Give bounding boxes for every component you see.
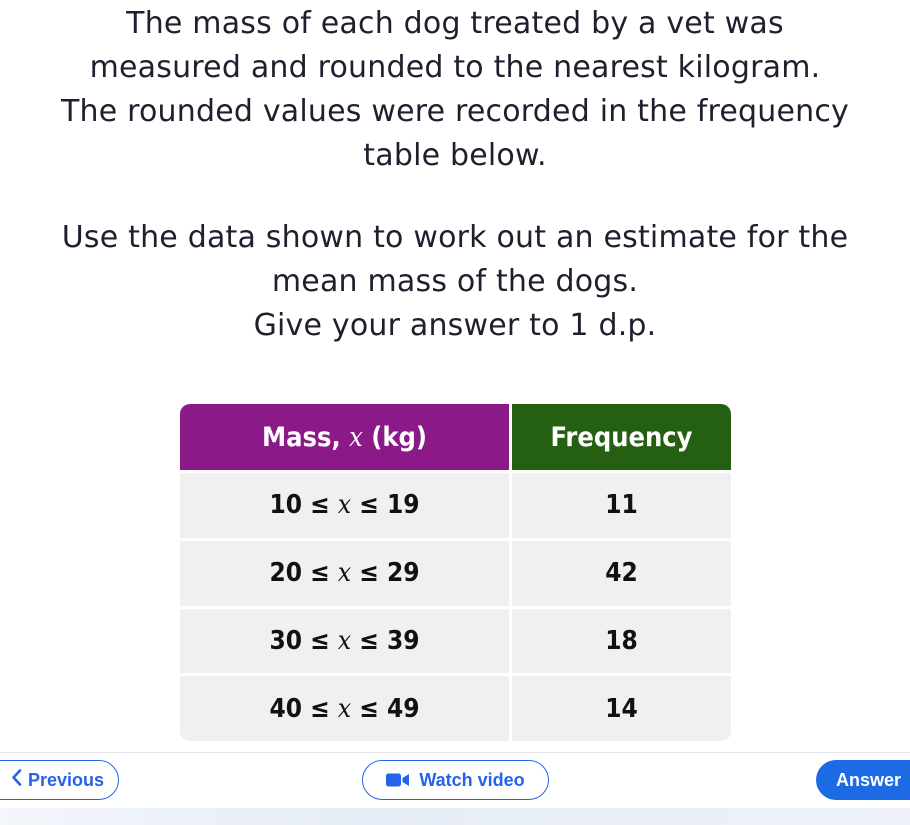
video-camera-icon [386,773,410,787]
frequency-cell: 18 [512,605,731,674]
interval-upper: ≤ 39 [351,625,420,656]
watch-video-button-label: Watch video [419,769,525,790]
interval-variable: x [337,693,352,724]
question-line: table below. [363,138,547,173]
question-line: measured and rounded to the nearest kilo… [89,50,821,85]
interval-lower: 30 ≤ [269,625,338,656]
mass-interval-cell: 10 ≤ x ≤ 19 [180,470,512,538]
question-line: Give your answer to 1 d.p. [253,308,657,343]
answer-button[interactable]: Answer [816,760,910,800]
mass-interval-cell: 40 ≤ x ≤ 49 [180,673,512,741]
question-line: The rounded values were recorded in the … [60,94,850,129]
frequency-table: Mass, x (kg) Frequency 10 ≤ x ≤ 19 11 20… [180,404,731,741]
frequency-column-header: Frequency [512,404,731,470]
frequency-cell: 11 [512,470,731,538]
mass-column-header: Mass, x (kg) [180,404,512,470]
mass-interval-cell: 30 ≤ x ≤ 39 [180,605,512,674]
interval-variable: x [337,490,352,521]
mass-interval-cell: 20 ≤ x ≤ 29 [180,537,512,606]
table-row: 30 ≤ x ≤ 39 18 [180,605,731,674]
question-text: The mass of each dog treated by a vet wa… [0,2,910,348]
table-row: 10 ≤ x ≤ 19 11 [180,470,731,538]
footer-divider [0,752,910,753]
previous-button-label: Previous [27,769,105,790]
mass-header-variable: x [349,421,363,453]
question-line: Use the data shown to work out an estima… [61,220,849,255]
frequency-table-grid: Mass, x (kg) Frequency 10 ≤ x ≤ 19 11 20… [180,404,731,741]
interval-variable: x [337,558,352,589]
interval-lower: 10 ≤ [269,490,338,521]
previous-button[interactable]: Previous [0,760,119,800]
bottom-band [0,808,910,825]
question-line: The mass of each dog treated by a vet wa… [126,6,784,41]
answer-button-label: Answer [836,769,902,790]
frequency-cell: 14 [512,673,731,741]
interval-lower: 20 ≤ [269,558,338,589]
chevron-left-icon [11,769,22,791]
interval-upper: ≤ 29 [351,558,420,589]
watch-video-button[interactable]: Watch video [362,760,549,800]
table-row: 20 ≤ x ≤ 29 42 [180,537,731,606]
table-row: 40 ≤ x ≤ 49 14 [180,673,731,741]
frequency-cell: 42 [512,537,731,606]
interval-lower: 40 ≤ [269,693,338,724]
interval-variable: x [337,625,352,656]
mass-header-unit: (kg) [362,421,428,453]
interval-upper: ≤ 49 [351,693,420,724]
interval-upper: ≤ 19 [351,490,420,521]
table-header-row: Mass, x (kg) Frequency [180,404,731,470]
mass-header-prefix: Mass, [261,421,350,453]
question-line: mean mass of the dogs. [271,264,639,299]
